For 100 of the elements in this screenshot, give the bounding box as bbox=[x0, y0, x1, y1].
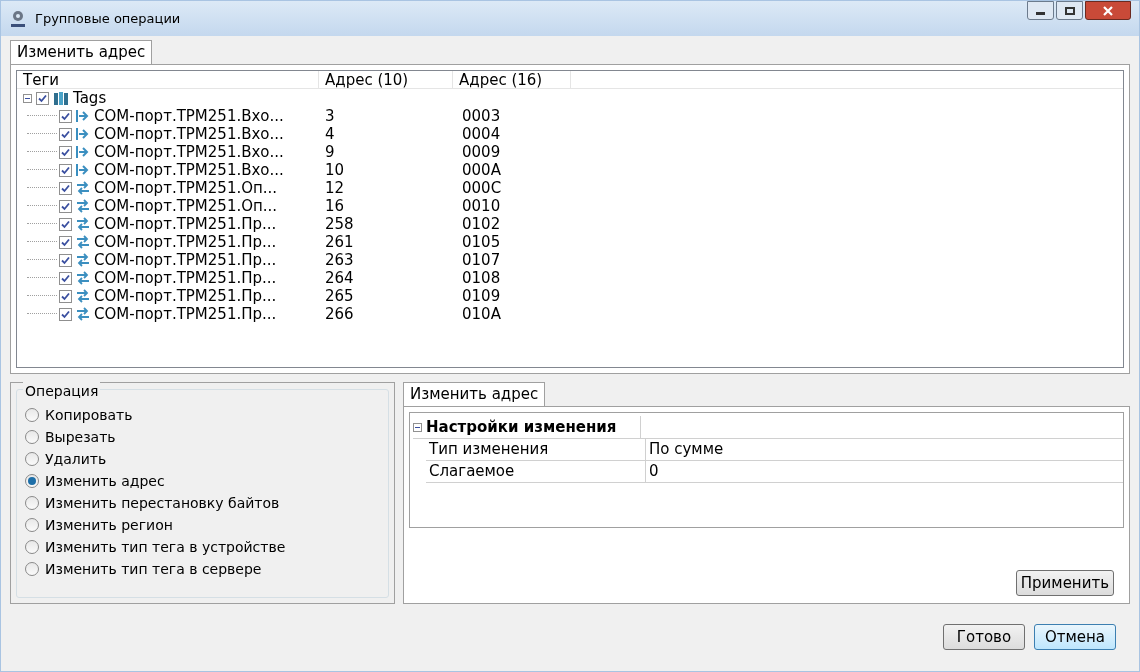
tree-item-label[interactable]: COM-порт.TPM251.Пр... bbox=[94, 269, 277, 287]
property-name: Тип изменения bbox=[426, 439, 646, 460]
tags-folder-icon bbox=[53, 90, 69, 106]
checkbox[interactable] bbox=[59, 109, 72, 123]
minimize-button[interactable] bbox=[1027, 1, 1054, 20]
tree-item-label[interactable]: COM-порт.TPM251.Оп... bbox=[94, 179, 278, 197]
tree-item-label[interactable]: COM-порт.TPM251.Пр... bbox=[94, 251, 277, 269]
radio-button[interactable] bbox=[25, 474, 39, 488]
table-cell-text: 0105 bbox=[461, 233, 502, 251]
dialog-button[interactable]: Отмена bbox=[1034, 624, 1116, 650]
checkbox[interactable] bbox=[59, 271, 72, 285]
table-cell-text: 000A bbox=[461, 161, 502, 179]
tree-item-label[interactable]: COM-порт.TPM251.Вхо... bbox=[94, 143, 284, 161]
table-cell-text: 0009 bbox=[461, 143, 502, 161]
checkbox[interactable] bbox=[59, 181, 72, 195]
double-arrow-icon bbox=[76, 235, 90, 249]
table-cell-text: 0109 bbox=[461, 287, 502, 305]
double-arrow-icon bbox=[76, 181, 90, 195]
radio-label[interactable]: Изменить тип тега в устройстве bbox=[45, 536, 286, 558]
checkbox[interactable] bbox=[59, 199, 72, 213]
close-button[interactable] bbox=[1085, 1, 1131, 20]
tree-item-label[interactable]: COM-порт.TPM251.Пр... bbox=[94, 215, 277, 233]
radio-label[interactable]: Изменить адрес bbox=[45, 470, 165, 492]
radio-button[interactable] bbox=[25, 408, 39, 422]
table-cell-text: 0004 bbox=[461, 125, 502, 143]
property-name: Слагаемое bbox=[426, 461, 646, 482]
table-cell-text: 0003 bbox=[461, 107, 502, 125]
checkbox[interactable] bbox=[59, 163, 72, 177]
table-cell-text: 16 bbox=[324, 197, 346, 215]
table-cell-text: 0108 bbox=[461, 269, 502, 287]
arrow-icon bbox=[76, 163, 90, 177]
table-cell-text: 264 bbox=[324, 269, 355, 287]
checkbox[interactable] bbox=[59, 127, 72, 141]
double-arrow-icon bbox=[76, 199, 90, 213]
tree-item-label[interactable]: COM-порт.TPM251.Вхо... bbox=[94, 161, 284, 179]
apply-button[interactable]: Применить bbox=[1015, 570, 1114, 596]
table-cell-text: 010A bbox=[461, 305, 502, 323]
radio-label[interactable]: Изменить регион bbox=[45, 514, 173, 536]
window-title: Групповые операции bbox=[35, 9, 181, 28]
radio-button[interactable] bbox=[25, 562, 39, 576]
table-cell-text: 265 bbox=[324, 287, 355, 305]
column-header[interactable]: Адрес (16) bbox=[453, 71, 571, 88]
tree-item-label[interactable]: COM-порт.TPM251.Вхо... bbox=[94, 107, 284, 125]
checkbox[interactable] bbox=[59, 289, 72, 303]
checkbox[interactable] bbox=[59, 253, 72, 267]
property-value[interactable]: 0 bbox=[646, 461, 659, 482]
radio-label[interactable]: Удалить bbox=[45, 448, 107, 470]
group-title: Операция bbox=[23, 381, 101, 402]
table-cell-text: 9 bbox=[324, 143, 336, 161]
table-cell-text: 12 bbox=[324, 179, 346, 197]
table-cell-text: 4 bbox=[324, 125, 336, 143]
tree-item-label[interactable]: Tags bbox=[73, 89, 107, 107]
table-cell-text: 10 bbox=[324, 161, 346, 179]
tree-item-label[interactable]: COM-порт.TPM251.Пр... bbox=[94, 233, 277, 251]
radio-button[interactable] bbox=[25, 518, 39, 532]
checkbox[interactable] bbox=[59, 307, 72, 321]
table-cell-text: 263 bbox=[324, 251, 355, 269]
arrow-icon bbox=[76, 145, 90, 159]
category-label: Настройки изменения bbox=[422, 416, 641, 438]
table-cell-text: 0010 bbox=[461, 197, 502, 215]
checkbox[interactable] bbox=[59, 217, 72, 231]
checkbox[interactable] bbox=[36, 91, 49, 105]
checkbox[interactable] bbox=[59, 145, 72, 159]
radio-button[interactable] bbox=[25, 540, 39, 554]
radio-button[interactable] bbox=[25, 496, 39, 510]
table-cell-text: 0102 bbox=[461, 215, 502, 233]
column-header[interactable]: Адрес (10) bbox=[319, 71, 453, 88]
dialog-button[interactable]: Готово bbox=[943, 624, 1025, 650]
radio-button[interactable] bbox=[25, 452, 39, 466]
collapse-icon[interactable] bbox=[413, 422, 422, 432]
radio-label[interactable]: Изменить перестановку байтов bbox=[45, 492, 280, 514]
tree-item-label[interactable]: COM-порт.TPM251.Пр... bbox=[94, 305, 277, 323]
maximize-button[interactable] bbox=[1056, 1, 1083, 20]
collapse-icon[interactable] bbox=[23, 93, 32, 103]
tree-item-label[interactable]: COM-порт.TPM251.Вхо... bbox=[94, 125, 284, 143]
radio-label[interactable]: Вырезать bbox=[45, 426, 116, 448]
arrow-icon bbox=[76, 109, 90, 123]
tab[interactable]: Изменить адрес bbox=[403, 382, 546, 406]
radio-label[interactable]: Изменить тип тега в сервере bbox=[45, 558, 262, 580]
table-cell-text: 258 bbox=[324, 215, 355, 233]
tree-item-label[interactable]: COM-порт.TPM251.Пр... bbox=[94, 287, 277, 305]
tab[interactable]: Изменить адрес bbox=[10, 40, 153, 64]
radio-label[interactable]: Копировать bbox=[45, 404, 133, 426]
table-cell-text: 261 bbox=[324, 233, 355, 251]
table-cell-text: 3 bbox=[324, 107, 336, 125]
arrow-icon bbox=[76, 127, 90, 141]
close-icon bbox=[1103, 5, 1113, 16]
checkbox[interactable] bbox=[59, 235, 72, 249]
table-cell-text: 000C bbox=[461, 179, 503, 197]
column-header[interactable]: Теги bbox=[17, 71, 319, 88]
tree-item-label[interactable]: COM-порт.TPM251.Оп... bbox=[94, 197, 278, 215]
app-logo-icon bbox=[9, 8, 27, 29]
double-arrow-icon bbox=[76, 307, 90, 321]
radio-button[interactable] bbox=[25, 430, 39, 444]
double-arrow-icon bbox=[76, 217, 90, 231]
table-cell-text: 266 bbox=[324, 305, 355, 323]
double-arrow-icon bbox=[76, 271, 90, 285]
table-cell-text: 0107 bbox=[461, 251, 502, 269]
double-arrow-icon bbox=[76, 289, 90, 303]
property-value[interactable]: По сумме bbox=[646, 439, 724, 460]
